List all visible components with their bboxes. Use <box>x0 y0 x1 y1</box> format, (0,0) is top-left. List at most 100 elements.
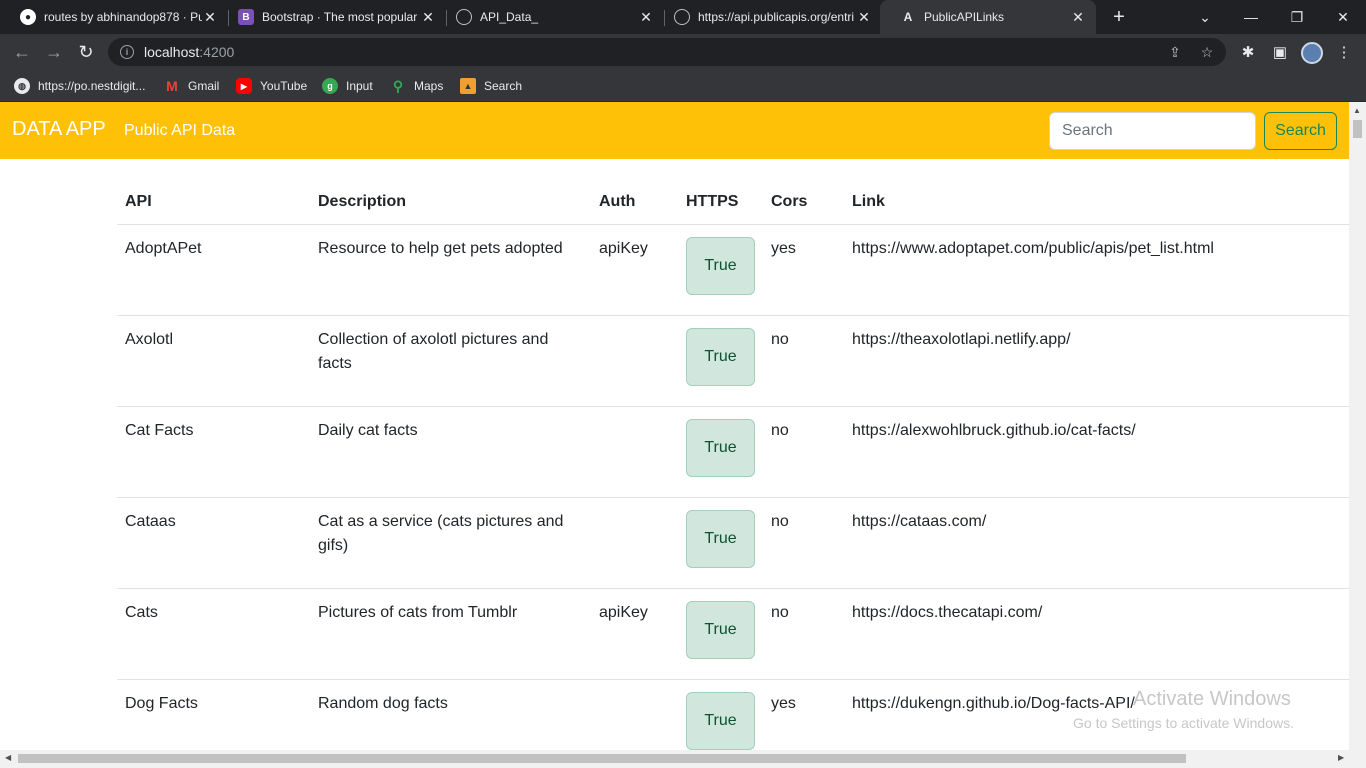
api-link[interactable]: https://www.adoptapet.com/public/apis/pe… <box>844 224 1349 316</box>
search-input[interactable] <box>1049 112 1256 150</box>
api-description: Cat as a service (cats pictures and gifs… <box>310 497 591 589</box>
address-bar[interactable]: i localhost:4200 ⇪ ☆ <box>108 38 1226 66</box>
api-cors: yes <box>763 224 844 316</box>
browser-tab[interactable]: https://api.publicapis.org/entri ✕ <box>654 0 882 34</box>
bootstrap-icon: B <box>238 9 254 25</box>
scroll-left-icon[interactable]: ◀ <box>5 753 11 762</box>
bookmark-item[interactable]: M Gmail <box>164 76 219 96</box>
header-cors: Cors <box>763 180 844 225</box>
header-auth: Auth <box>591 180 678 225</box>
close-tab-icon[interactable]: ✕ <box>638 9 654 26</box>
api-name: Cat Facts <box>117 406 310 498</box>
https-true-button[interactable]: True <box>686 600 755 659</box>
api-link[interactable]: https://theaxolotlapi.netlify.app/ <box>844 315 1349 407</box>
restore-icon[interactable]: ❐ <box>1274 0 1320 34</box>
api-https: True <box>678 497 763 589</box>
https-true-button[interactable]: True <box>686 509 755 568</box>
watermark-title: Activate Windows <box>1133 688 1291 710</box>
api-description: Resource to help get pets adopted <box>310 224 591 316</box>
app-navbar: DATA APP Public API Data Search <box>0 102 1349 159</box>
globe-icon: ◍ <box>14 78 30 94</box>
api-name: AdoptAPet <box>117 224 310 316</box>
header-link: Link <box>844 180 1349 225</box>
table-row: Cataas Cat as a service (cats pictures a… <box>117 497 1349 589</box>
bookmark-item[interactable]: ⚲ Maps <box>390 76 443 96</box>
api-name: Cats <box>117 588 310 680</box>
api-auth <box>591 406 678 498</box>
horizontal-scrollbar[interactable]: ◀ ▶ <box>0 750 1366 768</box>
close-tab-icon[interactable]: ✕ <box>1070 9 1086 26</box>
scroll-right-icon[interactable]: ▶ <box>1338 753 1344 762</box>
globe-icon <box>674 9 690 25</box>
bookmark-star-icon[interactable]: ☆ <box>1198 43 1216 61</box>
https-true-button[interactable]: True <box>686 327 755 386</box>
api-link[interactable]: https://alexwohlbruck.github.io/cat-fact… <box>844 406 1349 498</box>
bookmark-item[interactable]: ▶ YouTube <box>236 76 307 96</box>
api-cors: no <box>763 406 844 498</box>
api-https: True <box>678 679 763 750</box>
back-icon[interactable]: ← <box>10 40 34 64</box>
scroll-up-icon[interactable]: ▲ <box>1353 106 1361 115</box>
search-button[interactable]: Search <box>1264 112 1337 150</box>
api-description: Daily cat facts <box>310 406 591 498</box>
navbar-brand[interactable]: DATA APP <box>12 118 106 141</box>
api-cors: no <box>763 497 844 589</box>
extensions-icon[interactable]: ✱ <box>1236 40 1260 64</box>
table-row: Cat Facts Daily cat facts True no https:… <box>117 406 1349 498</box>
site-info-icon[interactable]: i <box>120 45 134 59</box>
browser-tab[interactable]: B Bootstrap · The most popular H ✕ <box>218 0 446 34</box>
nav-link-public-api-data[interactable]: Public API Data <box>124 122 235 140</box>
vertical-scroll-thumb[interactable] <box>1353 120 1362 138</box>
https-true-button[interactable]: True <box>686 418 755 477</box>
api-name: Cataas <box>117 497 310 589</box>
gmail-icon: M <box>166 78 178 94</box>
youtube-icon: ▶ <box>236 78 252 94</box>
close-tab-icon[interactable]: ✕ <box>202 9 218 26</box>
side-panel-icon[interactable]: ▣ <box>1268 40 1292 64</box>
tab-search-icon[interactable]: ⌄ <box>1182 0 1228 34</box>
new-tab-button[interactable]: + <box>1108 6 1130 28</box>
bookmark-item[interactable]: g Input <box>322 76 373 96</box>
close-window-icon[interactable]: ✕ <box>1320 0 1366 34</box>
forward-icon[interactable]: → <box>42 40 66 64</box>
table-row: AdoptAPet Resource to help get pets adop… <box>117 224 1349 316</box>
horizontal-scroll-thumb[interactable] <box>18 754 1186 763</box>
browser-toolbar: ← → ↻ i localhost:4200 ⇪ ☆ ✱ ▣ ⋮ <box>0 34 1366 70</box>
api-name: Dog Facts <box>117 679 310 750</box>
close-tab-icon[interactable]: ✕ <box>420 9 436 26</box>
api-description: Pictures of cats from Tumblr <box>310 588 591 680</box>
header-api: API <box>117 180 310 225</box>
api-link[interactable]: https://cataas.com/ <box>844 497 1349 589</box>
page-viewport: DATA APP Public API Data Search API Desc… <box>0 102 1349 750</box>
menu-icon[interactable]: ⋮ <box>1332 40 1356 64</box>
api-link[interactable]: https://docs.thecatapi.com/ <box>844 588 1349 680</box>
reload-icon[interactable]: ↻ <box>74 40 98 64</box>
table-row: Axolotl Collection of axolotl pictures a… <box>117 315 1349 407</box>
browser-tab[interactable]: API_Data_ ✕ <box>436 0 664 34</box>
api-https: True <box>678 315 763 407</box>
bookmark-item[interactable]: ▲ Search <box>460 76 522 96</box>
api-https: True <box>678 588 763 680</box>
header-https: HTTPS <box>678 180 763 225</box>
header-description: Description <box>310 180 591 225</box>
api-https: True <box>678 224 763 316</box>
input-icon: g <box>322 78 338 94</box>
browser-tab-active[interactable]: A PublicAPILinks ✕ <box>880 0 1096 34</box>
bookmark-item[interactable]: ◍ https://po.nestdigit... <box>14 76 145 96</box>
minimize-icon[interactable]: — <box>1228 0 1274 34</box>
api-auth: apiKey <box>591 588 678 680</box>
api-auth <box>591 679 678 750</box>
https-true-button[interactable]: True <box>686 236 755 295</box>
api-cors: no <box>763 315 844 407</box>
bookmarks-bar: ◍ https://po.nestdigit... M Gmail ▶ YouT… <box>0 70 1366 102</box>
browser-tab[interactable]: ● routes by abhinandop878 · Pull ✕ <box>0 0 228 34</box>
maps-icon: ⚲ <box>392 77 404 94</box>
close-tab-icon[interactable]: ✕ <box>856 9 872 26</box>
watermark-subtitle: Go to Settings to activate Windows. <box>1073 715 1294 731</box>
globe-icon <box>456 9 472 25</box>
vertical-scrollbar[interactable]: ▲ <box>1349 102 1366 750</box>
api-https: True <box>678 406 763 498</box>
https-true-button[interactable]: True <box>686 691 755 750</box>
share-icon[interactable]: ⇪ <box>1166 43 1184 61</box>
profile-avatar[interactable] <box>1301 42 1323 64</box>
